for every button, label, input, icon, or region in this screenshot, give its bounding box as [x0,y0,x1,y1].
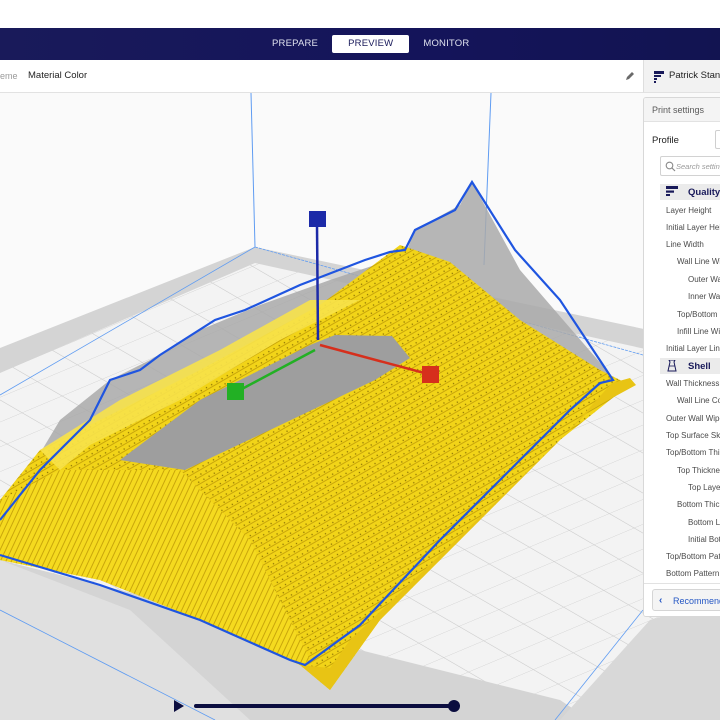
color-scheme-label: eme [0,71,18,81]
setting-item[interactable]: Bottom Layers [688,518,720,527]
settings-search-input[interactable]: Search settings [660,156,720,176]
setting-item[interactable]: Outer Wall Wipe Distance [666,414,720,423]
color-scheme-bar[interactable]: eme Material Color [0,60,643,93]
print-settings-footer: ‹ Recommended [644,583,720,616]
setting-item[interactable]: Line Width [666,240,704,249]
layer-simulation-scrubber [174,697,464,715]
printer-icon [654,71,664,83]
category-shell[interactable]: Shell [660,358,720,374]
setting-item[interactable]: Wall Line Width [677,257,720,266]
color-scheme-value[interactable]: Material Color [28,70,87,81]
print-settings-header[interactable]: Print settings [644,98,720,122]
recommended-button[interactable]: ‹ Recommended [652,589,720,611]
profile-label: Profile [652,135,679,146]
category-label: Quality [688,187,720,198]
tab-monitor[interactable]: MONITOR [409,35,483,53]
chevron-left-icon: ‹ [659,595,663,606]
setting-item[interactable]: Initial Bottom Layers [688,535,720,544]
axis-z-line [315,224,320,341]
setting-item[interactable]: Infill Line Width [677,327,720,336]
setting-item[interactable]: Top Layers [688,483,720,492]
setting-item[interactable]: Top Thickness [677,466,720,475]
printer-selector[interactable]: Patrick Stand [643,60,720,93]
pencil-icon[interactable] [624,70,636,82]
quality-icon [666,186,678,196]
setting-item[interactable]: Initial Layer Height [666,223,720,232]
category-label: Shell [688,361,711,372]
setting-item[interactable]: Bottom Thickness [677,500,720,509]
profile-dropdown[interactable] [715,130,720,149]
print-settings-title: Print settings [652,105,705,115]
build-volume-edge [250,93,256,248]
setting-item[interactable]: Initial Layer Line Width [666,344,720,353]
play-icon[interactable] [174,700,184,712]
setting-item[interactable]: Outer Wall Line Width [688,275,720,284]
printer-name: Patrick Stand [669,70,720,81]
setting-item[interactable]: Layer Height [666,206,711,215]
axis-x-handle[interactable] [422,366,439,383]
stage-tabs: PREPARE PREVIEW MONITOR [258,34,483,54]
category-quality[interactable]: Quality [660,184,720,200]
setting-item[interactable]: Wall Line Count [677,396,720,405]
3d-viewport[interactable] [0,93,720,720]
setting-item[interactable]: Top Surface Skin Layers [666,431,720,440]
search-placeholder: Search settings [676,162,720,171]
print-settings-panel: Print settings Profile Search settings Q… [643,97,720,617]
setting-item[interactable]: Top/Bottom Thickness [666,448,720,457]
shell-icon [667,360,677,372]
build-plate-scene[interactable] [0,93,720,720]
setting-item[interactable]: Top/Bottom Pattern [666,552,720,561]
search-icon [665,161,676,172]
axis-y-handle[interactable] [227,383,244,400]
setting-item[interactable]: Wall Thickness [666,379,719,388]
simulation-handle[interactable] [448,700,460,712]
setting-item[interactable]: Top/Bottom Line Width [677,310,720,319]
stage-navbar: PREPARE PREVIEW MONITOR [0,28,720,60]
simulation-track[interactable] [194,704,456,708]
axis-z-handle[interactable] [309,211,326,227]
tab-preview[interactable]: PREVIEW [332,35,410,53]
setting-item[interactable]: Bottom Pattern Initial Layer [666,569,720,578]
tab-prepare[interactable]: PREPARE [258,35,332,53]
setting-item[interactable]: Inner Wall(s) Line Width [688,292,720,301]
recommended-label: Recommended [673,596,720,606]
window-top-strip [0,0,720,28]
